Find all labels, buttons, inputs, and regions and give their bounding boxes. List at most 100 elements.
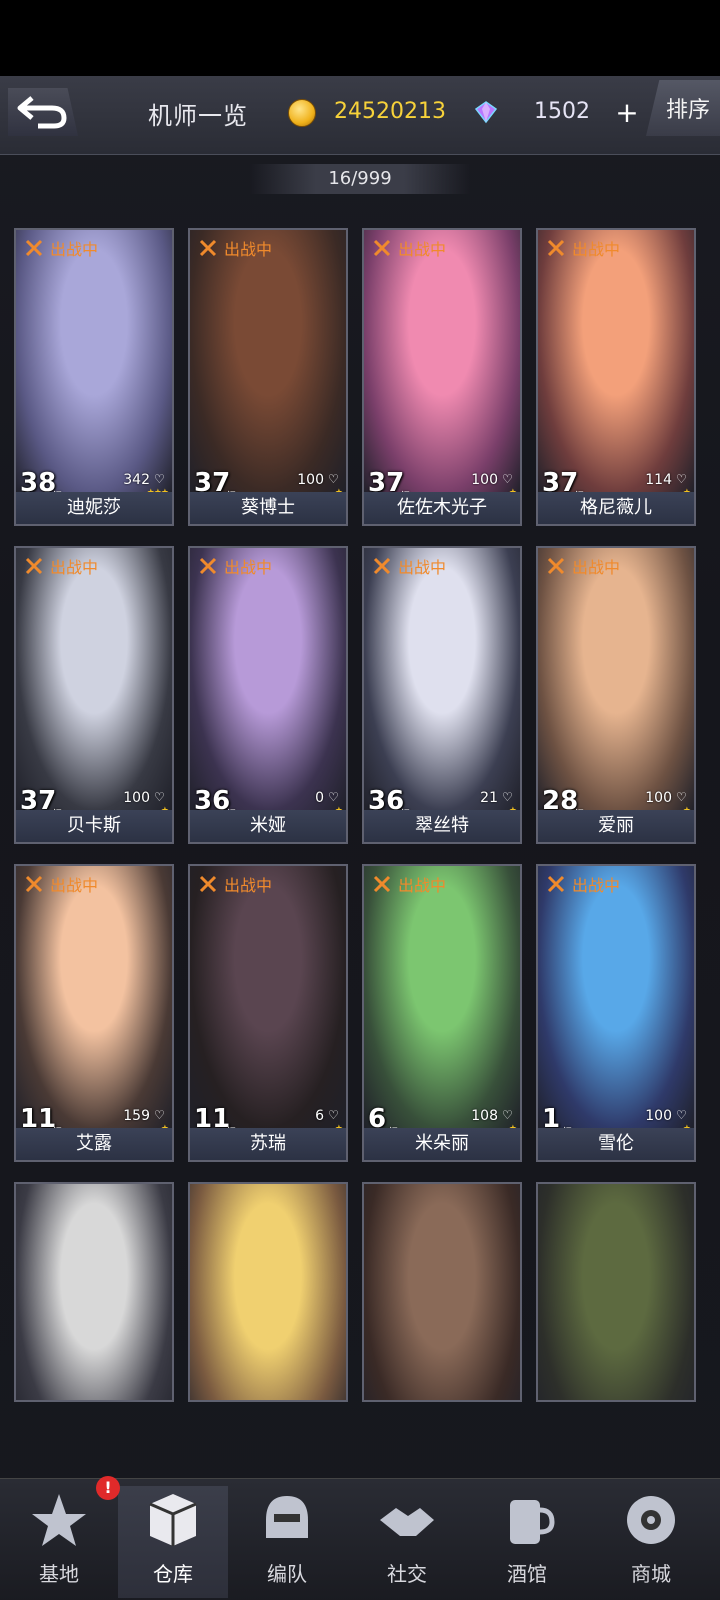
deployed-badge: 出战中 — [198, 236, 272, 260]
pilot-card[interactable]: 出战中36级0♡★米娅 — [188, 546, 348, 844]
deployed-label: 出战中 — [572, 876, 621, 895]
page-title: 机师一览 — [148, 102, 248, 130]
heart-icon: ♡ — [676, 1108, 687, 1122]
pilot-card[interactable]: 出战中1级100♡★雪伦 — [536, 864, 696, 1162]
tab-formation-helmet[interactable]: 编队 — [232, 1486, 342, 1598]
deployed-label: 出战中 — [398, 558, 447, 577]
pilot-name: 苏瑞 — [190, 1128, 346, 1160]
pilot-portrait — [190, 548, 346, 812]
tab-warehouse-box[interactable]: 仓库 — [118, 1486, 228, 1598]
deployed-badge: 出战中 — [24, 236, 98, 260]
deployed-badge: 出战中 — [24, 872, 98, 896]
pilot-card[interactable]: 出战中38级342♡★★★迪妮莎 — [14, 228, 174, 526]
pilot-name: 艾露 — [16, 1128, 172, 1160]
deployed-badge: 出战中 — [372, 554, 446, 578]
tab-handshake[interactable]: 社交 — [352, 1486, 462, 1598]
heart-icon: ♡ — [154, 1108, 165, 1122]
pilot-power: 100 — [471, 472, 498, 488]
pilot-name: 米娅 — [190, 810, 346, 842]
pilot-name: 贝卡斯 — [16, 810, 172, 842]
gem-icon — [474, 101, 498, 124]
crossed-swords-icon — [199, 875, 217, 893]
status-bar — [0, 0, 720, 76]
handshake-icon — [380, 1508, 434, 1536]
pilot-card[interactable]: 出战中37级100♡★贝卡斯 — [14, 546, 174, 844]
pilot-card[interactable] — [362, 1182, 522, 1402]
pilot-name: 爱丽 — [538, 810, 694, 842]
deployed-badge: 出战中 — [546, 236, 620, 260]
deployed-badge: 出战中 — [546, 554, 620, 578]
formation-helmet-icon — [266, 1496, 308, 1538]
pilot-card[interactable] — [14, 1182, 174, 1402]
pilot-portrait — [16, 230, 172, 494]
tab-tavern-mug[interactable]: 酒馆 — [472, 1486, 582, 1598]
crossed-swords-icon — [373, 239, 391, 257]
pilot-card[interactable]: 出战中11级6♡★苏瑞 — [188, 864, 348, 1162]
deployed-badge: 出战中 — [546, 872, 620, 896]
pilot-power: 21 — [480, 790, 498, 806]
pilot-name: 佐佐木光子 — [364, 492, 520, 524]
tab-label: 商城 — [631, 1562, 671, 1586]
pilot-power: 108 — [471, 1108, 498, 1124]
pilot-portrait — [190, 866, 346, 1130]
deployed-label: 出战中 — [50, 240, 99, 259]
pilot-power: 100 — [645, 1108, 672, 1124]
pilot-portrait — [190, 1184, 346, 1400]
add-gems-button[interactable]: + — [612, 98, 642, 128]
pilot-power: 100 — [297, 472, 324, 488]
tab-base-star[interactable]: 基地 — [4, 1486, 114, 1598]
deployed-badge: 出战中 — [198, 872, 272, 896]
tab-shop-robot[interactable]: 商城 — [596, 1486, 706, 1598]
pilot-card[interactable]: 出战中36级21♡★翠丝特 — [362, 546, 522, 844]
pilot-card[interactable]: 出战中37级100♡★葵博士 — [188, 228, 348, 526]
pilot-portrait — [190, 230, 346, 494]
pilot-card[interactable]: 出战中6级108♡★米朵丽 — [362, 864, 522, 1162]
tab-label: 编队 — [267, 1562, 307, 1586]
pilot-portrait — [538, 866, 694, 1130]
pilot-portrait — [364, 866, 520, 1130]
tavern-mug-icon — [510, 1500, 555, 1544]
pilot-power: 114 — [645, 472, 672, 488]
pilot-portrait — [16, 548, 172, 812]
back-button[interactable] — [8, 88, 78, 136]
pilot-card[interactable]: 出战中37级100♡★佐佐木光子 — [362, 228, 522, 526]
deployed-badge: 出战中 — [24, 554, 98, 578]
crossed-swords-icon — [25, 557, 43, 575]
crossed-swords-icon — [199, 557, 217, 575]
crossed-swords-icon — [547, 239, 565, 257]
pilot-card[interactable] — [188, 1182, 348, 1402]
deployed-label: 出战中 — [224, 876, 273, 895]
deployed-label: 出战中 — [50, 558, 99, 577]
crossed-swords-icon — [25, 239, 43, 257]
base-alert-badge: ! — [96, 1476, 120, 1500]
deployed-badge: 出战中 — [372, 872, 446, 896]
pilot-portrait — [364, 1184, 520, 1400]
pilot-card[interactable] — [536, 1182, 696, 1402]
heart-icon: ♡ — [328, 790, 339, 804]
crossed-swords-icon — [199, 239, 217, 257]
tab-label: 酒馆 — [507, 1562, 547, 1586]
heart-icon: ♡ — [676, 790, 687, 804]
pilot-name: 翠丝特 — [364, 810, 520, 842]
shop-robot-icon — [627, 1496, 675, 1544]
app-root: 机师一览 24520213 1502 + 排序 16/999 出战中38级342… — [0, 0, 720, 1600]
pilot-name: 葵博士 — [190, 492, 346, 524]
pilot-name: 雪伦 — [538, 1128, 694, 1160]
pilot-card[interactable]: 出战中11级159♡★艾露 — [14, 864, 174, 1162]
pilot-power: 6 — [315, 1108, 324, 1124]
deployed-label: 出战中 — [224, 558, 273, 577]
tab-label: 仓库 — [153, 1562, 193, 1586]
pilot-card[interactable]: 出战中28级100♡★爱丽 — [536, 546, 696, 844]
deployed-label: 出战中 — [398, 240, 447, 259]
pilot-portrait — [538, 1184, 694, 1400]
crossed-swords-icon — [547, 875, 565, 893]
pilot-power: 100 — [123, 790, 150, 806]
pilot-card[interactable]: 出战中37级114♡★格尼薇儿 — [536, 228, 696, 526]
gem-value: 1502 — [534, 99, 590, 124]
deployed-badge: 出战中 — [372, 236, 446, 260]
pilot-power: 159 — [123, 1108, 150, 1124]
crossed-swords-icon — [547, 557, 565, 575]
pilot-portrait — [538, 548, 694, 812]
deployed-badge: 出战中 — [198, 554, 272, 578]
heart-icon: ♡ — [502, 472, 513, 486]
